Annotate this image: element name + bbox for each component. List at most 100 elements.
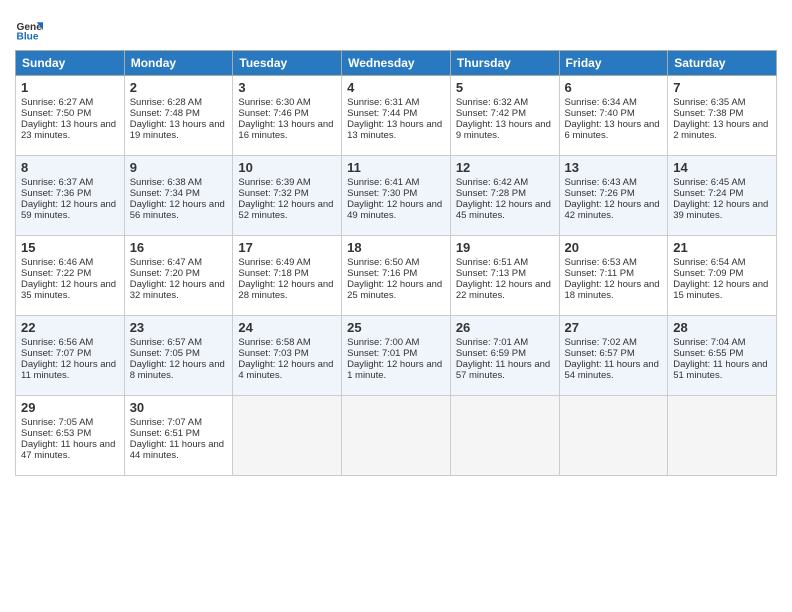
sunrise-label: Sunrise: 6:32 AM xyxy=(456,97,528,108)
calendar-cell xyxy=(450,396,559,476)
sunset-label: Sunset: 7:01 PM xyxy=(347,348,417,359)
calendar-week-5: 29Sunrise: 7:05 AMSunset: 6:53 PMDayligh… xyxy=(16,396,777,476)
sunset-label: Sunset: 7:03 PM xyxy=(238,348,308,359)
calendar-cell: 2Sunrise: 6:28 AMSunset: 7:48 PMDaylight… xyxy=(124,76,233,156)
sunrise-label: Sunrise: 6:41 AM xyxy=(347,177,419,188)
calendar-cell: 6Sunrise: 6:34 AMSunset: 7:40 PMDaylight… xyxy=(559,76,668,156)
calendar-cell: 13Sunrise: 6:43 AMSunset: 7:26 PMDayligh… xyxy=(559,156,668,236)
daylight-label: Daylight: 11 hours and 51 minutes. xyxy=(673,359,767,381)
calendar-cell: 23Sunrise: 6:57 AMSunset: 7:05 PMDayligh… xyxy=(124,316,233,396)
sunrise-label: Sunrise: 6:57 AM xyxy=(130,337,202,348)
logo: General Blue xyxy=(15,16,43,44)
calendar-cell: 27Sunrise: 7:02 AMSunset: 6:57 PMDayligh… xyxy=(559,316,668,396)
sunset-label: Sunset: 7:32 PM xyxy=(238,188,308,199)
daylight-label: Daylight: 12 hours and 8 minutes. xyxy=(130,359,225,381)
daylight-label: Daylight: 13 hours and 9 minutes. xyxy=(456,119,551,141)
day-number: 19 xyxy=(456,240,554,255)
day-number: 16 xyxy=(130,240,228,255)
daylight-label: Daylight: 13 hours and 2 minutes. xyxy=(673,119,768,141)
sunset-label: Sunset: 7:28 PM xyxy=(456,188,526,199)
day-number: 2 xyxy=(130,80,228,95)
sunrise-label: Sunrise: 6:47 AM xyxy=(130,257,202,268)
daylight-label: Daylight: 12 hours and 22 minutes. xyxy=(456,279,551,301)
sunrise-label: Sunrise: 6:27 AM xyxy=(21,97,93,108)
day-number: 14 xyxy=(673,160,771,175)
daylight-label: Daylight: 12 hours and 25 minutes. xyxy=(347,279,442,301)
sunrise-label: Sunrise: 6:45 AM xyxy=(673,177,745,188)
sunrise-label: Sunrise: 6:35 AM xyxy=(673,97,745,108)
calendar-cell: 16Sunrise: 6:47 AMSunset: 7:20 PMDayligh… xyxy=(124,236,233,316)
sunrise-label: Sunrise: 7:01 AM xyxy=(456,337,528,348)
calendar-cell: 11Sunrise: 6:41 AMSunset: 7:30 PMDayligh… xyxy=(342,156,451,236)
sunset-label: Sunset: 6:59 PM xyxy=(456,348,526,359)
calendar-cell: 29Sunrise: 7:05 AMSunset: 6:53 PMDayligh… xyxy=(16,396,125,476)
sunset-label: Sunset: 7:13 PM xyxy=(456,268,526,279)
day-header-sunday: Sunday xyxy=(16,51,125,76)
sunrise-label: Sunrise: 6:34 AM xyxy=(565,97,637,108)
calendar-cell xyxy=(668,396,777,476)
day-number: 1 xyxy=(21,80,119,95)
daylight-label: Daylight: 12 hours and 4 minutes. xyxy=(238,359,333,381)
sunrise-label: Sunrise: 7:00 AM xyxy=(347,337,419,348)
daylight-label: Daylight: 12 hours and 11 minutes. xyxy=(21,359,116,381)
sunset-label: Sunset: 7:26 PM xyxy=(565,188,635,199)
daylight-label: Daylight: 12 hours and 52 minutes. xyxy=(238,199,333,221)
daylight-label: Daylight: 11 hours and 47 minutes. xyxy=(21,439,115,461)
calendar-cell: 22Sunrise: 6:56 AMSunset: 7:07 PMDayligh… xyxy=(16,316,125,396)
day-number: 3 xyxy=(238,80,336,95)
calendar-cell: 26Sunrise: 7:01 AMSunset: 6:59 PMDayligh… xyxy=(450,316,559,396)
sunset-label: Sunset: 6:51 PM xyxy=(130,428,200,439)
day-number: 4 xyxy=(347,80,445,95)
sunset-label: Sunset: 7:38 PM xyxy=(673,108,743,119)
day-number: 12 xyxy=(456,160,554,175)
daylight-label: Daylight: 13 hours and 16 minutes. xyxy=(238,119,333,141)
sunrise-label: Sunrise: 6:54 AM xyxy=(673,257,745,268)
sunrise-label: Sunrise: 6:42 AM xyxy=(456,177,528,188)
calendar-body: 1Sunrise: 6:27 AMSunset: 7:50 PMDaylight… xyxy=(16,76,777,476)
daylight-label: Daylight: 11 hours and 54 minutes. xyxy=(565,359,659,381)
daylight-label: Daylight: 12 hours and 35 minutes. xyxy=(21,279,116,301)
daylight-label: Daylight: 12 hours and 18 minutes. xyxy=(565,279,660,301)
calendar-week-2: 8Sunrise: 6:37 AMSunset: 7:36 PMDaylight… xyxy=(16,156,777,236)
svg-text:Blue: Blue xyxy=(17,31,39,42)
daylight-label: Daylight: 12 hours and 32 minutes. xyxy=(130,279,225,301)
day-header-monday: Monday xyxy=(124,51,233,76)
sunrise-label: Sunrise: 6:38 AM xyxy=(130,177,202,188)
sunset-label: Sunset: 7:07 PM xyxy=(21,348,91,359)
sunrise-label: Sunrise: 6:43 AM xyxy=(565,177,637,188)
sunset-label: Sunset: 7:18 PM xyxy=(238,268,308,279)
calendar-table: SundayMondayTuesdayWednesdayThursdayFrid… xyxy=(15,50,777,476)
daylight-label: Daylight: 12 hours and 15 minutes. xyxy=(673,279,768,301)
day-number: 18 xyxy=(347,240,445,255)
sunset-label: Sunset: 6:53 PM xyxy=(21,428,91,439)
daylight-label: Daylight: 12 hours and 49 minutes. xyxy=(347,199,442,221)
sunrise-label: Sunrise: 7:07 AM xyxy=(130,417,202,428)
calendar-week-4: 22Sunrise: 6:56 AMSunset: 7:07 PMDayligh… xyxy=(16,316,777,396)
day-header-thursday: Thursday xyxy=(450,51,559,76)
sunset-label: Sunset: 7:34 PM xyxy=(130,188,200,199)
logo-icon: General Blue xyxy=(15,16,43,44)
day-number: 9 xyxy=(130,160,228,175)
calendar-cell: 1Sunrise: 6:27 AMSunset: 7:50 PMDaylight… xyxy=(16,76,125,156)
day-number: 13 xyxy=(565,160,663,175)
sunrise-label: Sunrise: 6:28 AM xyxy=(130,97,202,108)
day-number: 11 xyxy=(347,160,445,175)
sunset-label: Sunset: 7:11 PM xyxy=(565,268,635,279)
daylight-label: Daylight: 13 hours and 19 minutes. xyxy=(130,119,225,141)
sunrise-label: Sunrise: 6:51 AM xyxy=(456,257,528,268)
sunrise-label: Sunrise: 6:50 AM xyxy=(347,257,419,268)
sunset-label: Sunset: 7:24 PM xyxy=(673,188,743,199)
sunset-label: Sunset: 7:44 PM xyxy=(347,108,417,119)
daylight-label: Daylight: 13 hours and 13 minutes. xyxy=(347,119,442,141)
calendar-cell: 25Sunrise: 7:00 AMSunset: 7:01 PMDayligh… xyxy=(342,316,451,396)
daylight-label: Daylight: 11 hours and 44 minutes. xyxy=(130,439,224,461)
day-number: 10 xyxy=(238,160,336,175)
calendar-cell: 4Sunrise: 6:31 AMSunset: 7:44 PMDaylight… xyxy=(342,76,451,156)
calendar-cell: 24Sunrise: 6:58 AMSunset: 7:03 PMDayligh… xyxy=(233,316,342,396)
daylight-label: Daylight: 13 hours and 6 minutes. xyxy=(565,119,660,141)
sunset-label: Sunset: 7:09 PM xyxy=(673,268,743,279)
day-number: 5 xyxy=(456,80,554,95)
calendar-cell: 28Sunrise: 7:04 AMSunset: 6:55 PMDayligh… xyxy=(668,316,777,396)
calendar-cell: 8Sunrise: 6:37 AMSunset: 7:36 PMDaylight… xyxy=(16,156,125,236)
sunset-label: Sunset: 7:22 PM xyxy=(21,268,91,279)
